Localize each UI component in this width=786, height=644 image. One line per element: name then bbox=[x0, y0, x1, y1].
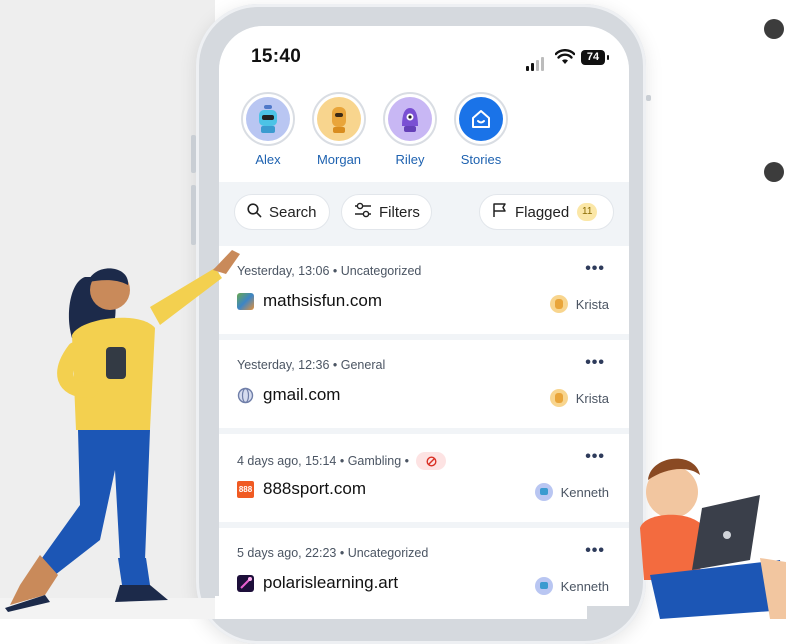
home-icon bbox=[459, 97, 503, 141]
blocked-icon bbox=[426, 455, 437, 467]
robot-avatar-icon bbox=[388, 97, 432, 141]
profiles-row: Alex Morgan Riley Stories bbox=[219, 86, 629, 182]
more-options-icon[interactable]: ••• bbox=[585, 448, 605, 466]
flagged-count-badge: 11 bbox=[577, 203, 598, 221]
boy-laptop-illustration bbox=[640, 458, 786, 619]
filters-label: Filters bbox=[379, 203, 420, 221]
item-domain: 888sport.com bbox=[263, 479, 366, 498]
profile-stories[interactable]: Stories bbox=[446, 92, 516, 167]
profile-name: Stories bbox=[460, 152, 502, 167]
item-user: Krista bbox=[549, 389, 609, 407]
user-avatar-icon bbox=[549, 295, 568, 313]
item-user: Kenneth bbox=[534, 483, 609, 501]
item-meta: Yesterday, 12:36 • General bbox=[237, 358, 385, 372]
item-user-name: Krista bbox=[575, 390, 609, 406]
item-meta-text: Yesterday, 13:06 • Uncategorized bbox=[237, 264, 422, 278]
wifi-icon bbox=[554, 49, 576, 70]
flag-icon bbox=[492, 202, 515, 222]
cell-signal-icon bbox=[526, 53, 546, 71]
list-item[interactable]: Yesterday, 12:36 • General ••• gmail.com… bbox=[219, 340, 629, 428]
sliders-icon bbox=[354, 202, 379, 222]
status-time: 15:40 bbox=[251, 46, 302, 67]
avatar bbox=[241, 92, 295, 146]
item-meta-text: 4 days ago, 15:14 • Gambling • bbox=[237, 454, 410, 468]
filters-button[interactable]: Filters bbox=[341, 194, 432, 230]
user-avatar-icon bbox=[534, 483, 553, 501]
profile-alex[interactable]: Alex bbox=[233, 92, 303, 167]
phone-screen: 15:40 74 Alex Morgan Riley Stories Searc… bbox=[219, 26, 629, 606]
background-strip bbox=[215, 596, 587, 619]
avatar bbox=[454, 92, 508, 146]
more-options-icon[interactable]: ••• bbox=[585, 354, 605, 372]
search-icon bbox=[247, 202, 269, 222]
more-options-icon[interactable]: ••• bbox=[585, 542, 605, 560]
item-meta-text: Yesterday, 12:36 • General bbox=[237, 358, 386, 372]
profile-morgan[interactable]: Morgan bbox=[304, 92, 374, 167]
phone-side-button bbox=[191, 135, 196, 173]
woman-pointing-illustration bbox=[5, 250, 240, 612]
search-label: Search bbox=[269, 203, 317, 221]
flagged-button[interactable]: Flagged 11 bbox=[479, 194, 614, 230]
avatar bbox=[383, 92, 437, 146]
item-domain: gmail.com bbox=[263, 385, 341, 404]
item-meta-text: 5 days ago, 22:23 • Uncategorized bbox=[237, 546, 429, 560]
item-meta: 4 days ago, 15:14 • Gambling • bbox=[237, 452, 447, 470]
decorative-dot bbox=[764, 19, 784, 39]
item-meta: Yesterday, 13:06 • Uncategorized bbox=[237, 264, 421, 278]
item-user-name: Kenneth bbox=[560, 578, 609, 594]
phone-side-button bbox=[646, 95, 651, 101]
avatar bbox=[312, 92, 366, 146]
item-domain: polarislearning.art bbox=[263, 573, 399, 592]
profile-name: Alex bbox=[255, 152, 281, 167]
item-user: Krista bbox=[549, 295, 609, 313]
list-item[interactable]: Yesterday, 13:06 • Uncategorized ••• mat… bbox=[219, 246, 629, 334]
more-options-icon[interactable]: ••• bbox=[585, 260, 605, 278]
item-meta: 5 days ago, 22:23 • Uncategorized bbox=[237, 546, 428, 560]
battery-indicator: 74 bbox=[581, 50, 609, 65]
flagged-label: Flagged bbox=[515, 203, 570, 221]
profile-name: Morgan bbox=[316, 152, 362, 167]
item-user-name: Kenneth bbox=[560, 484, 609, 500]
list-item[interactable]: 4 days ago, 15:14 • Gambling • ••• 888 8… bbox=[219, 434, 629, 522]
filter-toolbar: Search Filters Flagged 11 bbox=[219, 182, 629, 246]
status-bar: 15:40 74 bbox=[219, 26, 629, 86]
item-domain: mathsisfun.com bbox=[263, 291, 383, 310]
item-user-name: Krista bbox=[575, 296, 609, 312]
list-item[interactable]: 5 days ago, 22:23 • Uncategorized ••• po… bbox=[219, 528, 629, 606]
user-avatar-icon bbox=[549, 389, 568, 407]
decorative-dot bbox=[764, 162, 784, 182]
user-avatar-icon bbox=[534, 577, 553, 595]
profile-riley[interactable]: Riley bbox=[375, 92, 445, 167]
search-button[interactable]: Search bbox=[234, 194, 330, 230]
item-user: Kenneth bbox=[534, 577, 609, 595]
phone-side-button bbox=[191, 185, 196, 245]
robot-avatar-icon bbox=[317, 97, 361, 141]
profile-name: Riley bbox=[395, 152, 425, 167]
robot-avatar-icon bbox=[246, 97, 290, 141]
blocked-badge bbox=[416, 452, 447, 470]
